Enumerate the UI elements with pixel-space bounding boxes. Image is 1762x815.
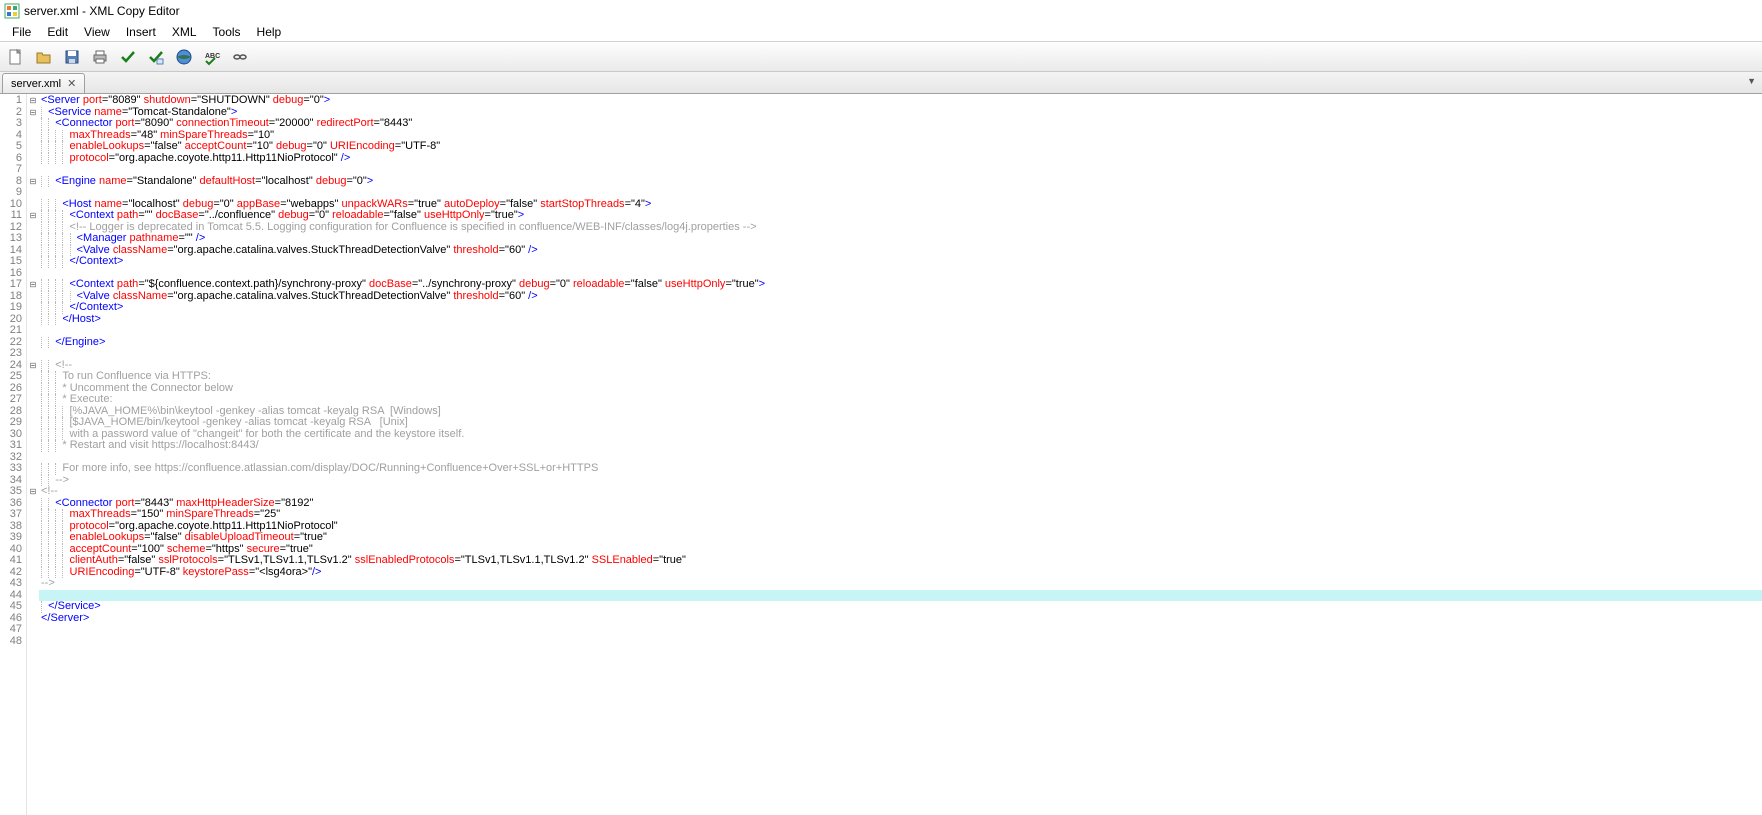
code-line[interactable]: To run Confluence via HTTPS: (39, 371, 1762, 383)
fold-toggle-icon[interactable]: ⊟ (27, 210, 39, 222)
close-icon[interactable]: ✕ (67, 77, 76, 90)
code-line[interactable]: URIEncoding="UTF-8" keystorePass="<lsg4o… (39, 567, 1762, 579)
code-line[interactable] (39, 325, 1762, 337)
print-button[interactable] (88, 45, 112, 69)
spelling-button[interactable]: ABC (200, 45, 224, 69)
code-line[interactable]: <Connector port="8443" maxHttpHeaderSize… (39, 498, 1762, 510)
code-line[interactable]: --> (39, 475, 1762, 487)
menu-edit[interactable]: Edit (39, 23, 76, 41)
fold-column[interactable]: ⊟⊟⊟⊟⊟⊟⊟ (27, 94, 39, 815)
code-line[interactable]: with a password value of "changeit" for … (39, 429, 1762, 441)
code-line[interactable] (39, 624, 1762, 636)
code-line[interactable]: --> (39, 578, 1762, 590)
code-line[interactable]: <Engine name="Standalone" defaultHost="l… (39, 176, 1762, 188)
fold-toggle-icon[interactable]: ⊟ (27, 107, 39, 119)
code-line[interactable] (39, 590, 1762, 602)
code-line[interactable]: </Service> (39, 601, 1762, 613)
new-button[interactable] (4, 45, 28, 69)
code-line[interactable]: <Connector port="8090" connectionTimeout… (39, 118, 1762, 130)
code-area[interactable]: <Server port="8089" shutdown="SHUTDOWN" … (39, 94, 1762, 815)
code-line[interactable]: </Context> (39, 256, 1762, 268)
code-line[interactable]: For more info, see https://confluence.at… (39, 463, 1762, 475)
check-wellformed-button[interactable] (116, 45, 140, 69)
code-line[interactable]: <!-- Logger is deprecated in Tomcat 5.5.… (39, 222, 1762, 234)
code-line[interactable]: </Server> (39, 613, 1762, 625)
fold-toggle-icon[interactable]: ⊟ (27, 360, 39, 372)
tabbar: server.xml ✕ ▼ (0, 72, 1762, 94)
browser-button[interactable] (172, 45, 196, 69)
editor[interactable]: 1234567891011121314151617181920212223242… (0, 94, 1762, 815)
code-line[interactable]: <!-- (39, 360, 1762, 372)
code-line[interactable]: </Engine> (39, 337, 1762, 349)
save-button[interactable] (60, 45, 84, 69)
line-number-gutter: 1234567891011121314151617181920212223242… (0, 94, 27, 815)
menu-insert[interactable]: Insert (118, 23, 164, 41)
fold-toggle-icon[interactable]: ⊟ (27, 279, 39, 291)
code-line[interactable]: protocol="org.apache.coyote.http11.Http1… (39, 153, 1762, 165)
code-line[interactable] (39, 348, 1762, 360)
fold-toggle-icon[interactable]: ⊟ (27, 176, 39, 188)
code-line[interactable]: <Valve className="org.apache.catalina.va… (39, 245, 1762, 257)
tab-label: server.xml (11, 78, 61, 90)
code-line[interactable] (39, 636, 1762, 648)
svg-text:ABC: ABC (205, 53, 220, 60)
code-line[interactable]: * Restart and visit https://localhost:84… (39, 440, 1762, 452)
code-line[interactable]: </Context> (39, 302, 1762, 314)
code-line[interactable]: </Host> (39, 314, 1762, 326)
fold-toggle-icon[interactable]: ⊟ (27, 95, 39, 107)
menu-help[interactable]: Help (249, 23, 290, 41)
code-line[interactable]: <Valve className="org.apache.catalina.va… (39, 291, 1762, 303)
window-title: server.xml - XML Copy Editor (24, 4, 180, 18)
menu-file[interactable]: File (4, 23, 39, 41)
app-icon (4, 3, 20, 19)
menu-tools[interactable]: Tools (205, 23, 249, 41)
code-line[interactable]: * Uncomment the Connector below (39, 383, 1762, 395)
menu-view[interactable]: View (76, 23, 118, 41)
toolbar: ABC (0, 42, 1762, 72)
open-button[interactable] (32, 45, 56, 69)
link-button[interactable] (228, 45, 252, 69)
tab-server-xml[interactable]: server.xml ✕ (2, 73, 85, 93)
code-line[interactable]: <Server port="8089" shutdown="SHUTDOWN" … (39, 95, 1762, 107)
fold-toggle-icon[interactable]: ⊟ (27, 486, 39, 498)
tab-menu-chevron-icon[interactable]: ▼ (1747, 76, 1756, 86)
validate-button[interactable] (144, 45, 168, 69)
menu-xml[interactable]: XML (164, 23, 205, 41)
titlebar: server.xml - XML Copy Editor (0, 0, 1762, 22)
menubar: FileEditViewInsertXMLToolsHelp (0, 22, 1762, 42)
